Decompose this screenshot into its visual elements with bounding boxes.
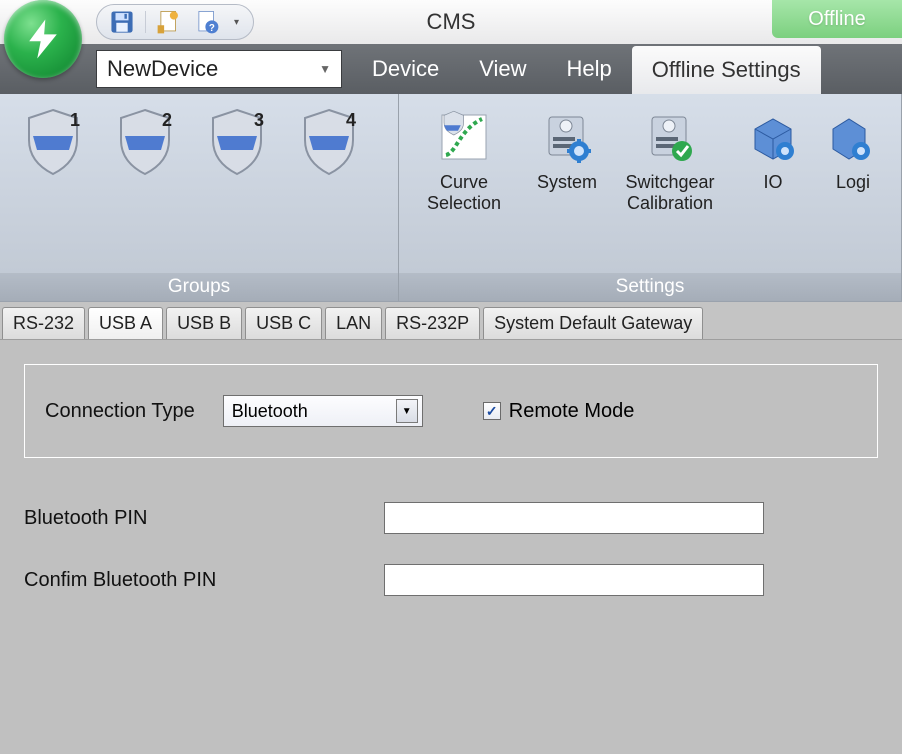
confirm-bluetooth-pin-row: Confim Bluetooth PIN <box>24 564 878 596</box>
group-number: 1 <box>70 110 80 131</box>
qat-customize-dropdown[interactable]: ▾ <box>234 17 239 28</box>
curve-selection-button[interactable]: Curve Selection <box>409 106 519 214</box>
qat-separator <box>145 11 146 33</box>
qat-sheet-help-button[interactable]: ? <box>192 8 222 36</box>
ribbon-group-settings: Curve Selection System Switchgear Calibr… <box>399 94 902 301</box>
menu-items: Device View Help Offline Settings <box>352 44 821 94</box>
switchgear-calibration-button[interactable]: Switchgear Calibration <box>615 106 725 214</box>
app-menu-orb[interactable] <box>4 0 82 78</box>
ribbon-group-groups: 1 2 3 4 Groups <box>0 94 399 301</box>
curve-icon <box>433 106 495 168</box>
ribbon-button-label: Logi <box>836 172 870 193</box>
group-number: 2 <box>162 110 172 131</box>
tab-usb-a[interactable]: USB A <box>88 307 163 339</box>
ribbon-button-label: Curve Selection <box>409 172 519 214</box>
ribbon: 1 2 3 4 Groups Curve Selec <box>0 94 902 302</box>
tab-rs232[interactable]: RS-232 <box>2 307 85 339</box>
ribbon-group-label: Groups <box>0 273 398 301</box>
app-title: CMS <box>427 9 476 35</box>
tab-system-default-gateway[interactable]: System Default Gateway <box>483 307 703 339</box>
title-bar: ? ▾ CMS Offline <box>0 0 902 44</box>
system-icon <box>536 106 598 168</box>
group-2-button[interactable]: 2 <box>102 106 188 198</box>
sheet-help-icon: ? <box>194 9 220 35</box>
group-3-button[interactable]: 3 <box>194 106 280 198</box>
device-dropdown[interactable]: NewDevice ▼ <box>96 50 342 88</box>
connection-panel: Connection Type Bluetooth ▼ ✓ Remote Mod… <box>0 340 902 596</box>
qat-sheet-color-button[interactable] <box>154 8 184 36</box>
remote-mode-checkbox[interactable]: ✓ Remote Mode <box>483 400 635 423</box>
menu-bar: NewDevice ▼ Device View Help Offline Set… <box>0 44 902 94</box>
connection-type-value: Bluetooth <box>232 401 308 422</box>
tab-lan[interactable]: LAN <box>325 307 382 339</box>
remote-mode-label: Remote Mode <box>509 400 635 423</box>
tab-usb-b[interactable]: USB B <box>166 307 242 339</box>
menu-help[interactable]: Help <box>547 44 632 94</box>
svg-text:?: ? <box>209 23 215 34</box>
connection-type-label: Connection Type <box>45 400 195 423</box>
menu-device[interactable]: Device <box>352 44 459 94</box>
ribbon-button-label: IO <box>763 172 782 193</box>
ribbon-settings-body: Curve Selection System Switchgear Calibr… <box>399 94 901 273</box>
ribbon-groups-body: 1 2 3 4 <box>0 94 398 273</box>
io-icon <box>742 106 804 168</box>
tab-usb-c[interactable]: USB C <box>245 307 322 339</box>
system-button[interactable]: System <box>525 106 609 193</box>
qat-save-button[interactable] <box>107 8 137 36</box>
ribbon-group-label: Settings <box>399 273 901 301</box>
group-4-button[interactable]: 4 <box>286 106 372 198</box>
sheet-color-icon <box>156 9 182 35</box>
connection-type-fieldset: Connection Type Bluetooth ▼ ✓ Remote Mod… <box>24 364 878 458</box>
ribbon-button-label: System <box>537 172 597 193</box>
group-number: 3 <box>254 110 264 131</box>
bluetooth-pin-input[interactable] <box>384 502 764 534</box>
logic-button[interactable]: Logi <box>821 106 885 193</box>
ribbon-button-label: Switchgear Calibration <box>615 172 725 214</box>
io-button[interactable]: IO <box>731 106 815 193</box>
confirm-bluetooth-pin-label: Confim Bluetooth PIN <box>24 569 384 592</box>
chevron-down-icon: ▼ <box>319 62 331 76</box>
connection-status-badge: Offline <box>772 0 902 38</box>
connection-tab-strip: RS-232 USB A USB B USB C LAN RS-232P Sys… <box>0 302 902 340</box>
bluetooth-pin-row: Bluetooth PIN <box>24 502 878 534</box>
device-dropdown-value: NewDevice <box>107 56 218 82</box>
confirm-bluetooth-pin-input[interactable] <box>384 564 764 596</box>
group-number: 4 <box>346 110 356 131</box>
logic-icon <box>822 106 884 168</box>
connection-type-dropdown[interactable]: Bluetooth ▼ <box>223 395 423 427</box>
checkbox-box: ✓ <box>483 402 501 420</box>
save-icon <box>109 9 135 35</box>
bluetooth-pin-label: Bluetooth PIN <box>24 507 384 530</box>
switchgear-icon <box>639 106 701 168</box>
chevron-down-icon: ▼ <box>396 399 418 423</box>
lightning-icon <box>20 16 66 62</box>
tab-rs232p[interactable]: RS-232P <box>385 307 480 339</box>
bluetooth-pin-section: Bluetooth PIN Confim Bluetooth PIN <box>24 502 878 596</box>
menu-view[interactable]: View <box>459 44 546 94</box>
group-1-button[interactable]: 1 <box>10 106 96 198</box>
quick-access-toolbar: ? ▾ <box>96 4 254 40</box>
menu-offline-settings[interactable]: Offline Settings <box>632 46 821 94</box>
